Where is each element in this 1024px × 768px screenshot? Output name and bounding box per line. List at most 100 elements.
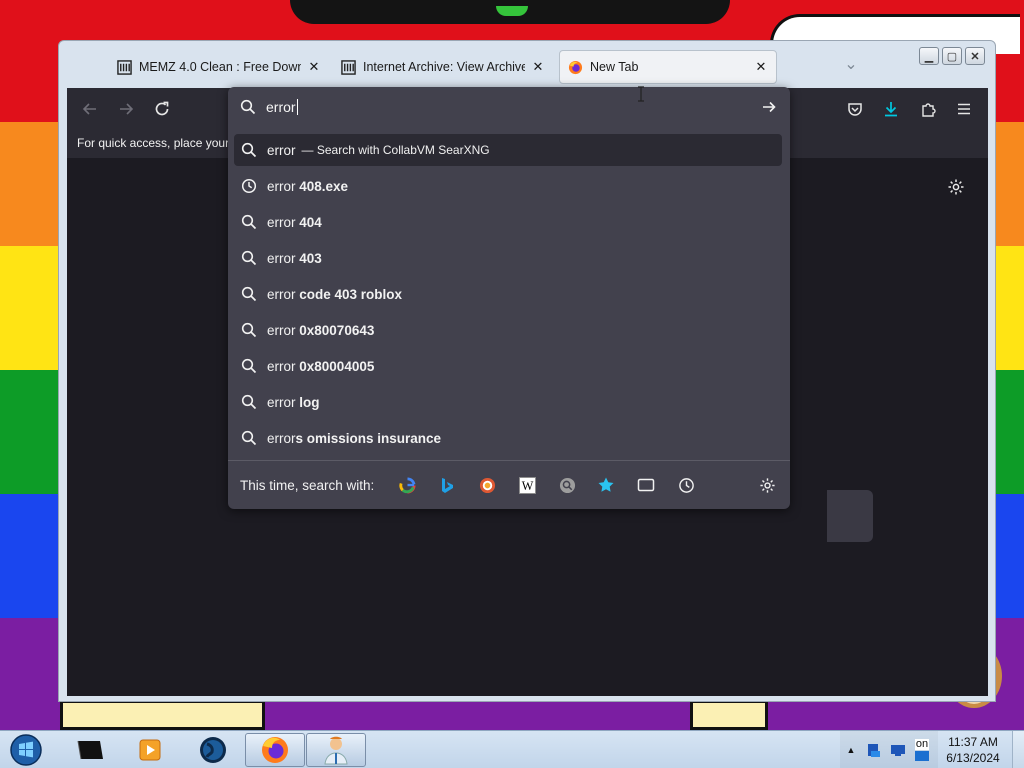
- extensions-button[interactable]: [917, 98, 939, 120]
- urlbar-suggestion[interactable]: error 408.exe: [234, 170, 782, 202]
- puzzle-icon: [922, 103, 936, 117]
- back-button[interactable]: [79, 98, 101, 120]
- download-icon: [885, 102, 897, 117]
- history-icon[interactable]: [677, 476, 695, 494]
- tab-title: New Tab: [590, 60, 639, 74]
- newtab-settings-button[interactable]: [947, 178, 967, 198]
- urlbar-suggestion[interactable]: error log: [234, 386, 782, 418]
- user-admin-icon: [324, 736, 348, 765]
- wallpaper-cream-shape: [60, 700, 265, 730]
- one-off-search-bar: This time, search with:: [228, 460, 790, 509]
- urlbar-suggestion[interactable]: error 404: [234, 206, 782, 238]
- tray-network-icon[interactable]: [865, 733, 883, 767]
- terminal-icon: [77, 740, 103, 760]
- tab-close-icon[interactable]: ✕: [307, 59, 321, 75]
- suggestion-typed-text: error: [267, 250, 296, 266]
- reload-icon: [155, 101, 169, 116]
- suggestion-completion-text: 408.exe: [295, 178, 349, 194]
- duckduckgo-icon[interactable]: [478, 476, 496, 494]
- urlbar-suggestion[interactable]: error 0x80004005: [234, 350, 782, 382]
- media-player-icon: [139, 739, 161, 761]
- tab-close-icon[interactable]: ✕: [754, 59, 768, 75]
- suggestion-completion-text: log: [295, 394, 320, 410]
- tray-expand-button[interactable]: ▲: [844, 733, 858, 767]
- urlbar-suggestion[interactable]: error s omissions insurance: [234, 422, 782, 454]
- google-icon[interactable]: [398, 476, 416, 494]
- tabs-icon[interactable]: [637, 476, 655, 494]
- search-icon: [241, 250, 257, 266]
- windows-orb-icon: [10, 734, 42, 766]
- suggestion-completion-text: 0x80004005: [295, 358, 375, 374]
- suggestion-typed-text: error: [267, 322, 296, 338]
- newtab-search-box-edge: [827, 490, 873, 542]
- start-button[interactable]: [4, 733, 48, 767]
- urlbar-input[interactable]: error: [228, 87, 790, 127]
- search-icon: [241, 142, 257, 158]
- search-icon: [241, 430, 257, 446]
- go-arrow-icon[interactable]: [761, 99, 777, 115]
- suggestion-completion-text: 0x80070643: [295, 322, 375, 338]
- tray-display-icon[interactable]: [889, 733, 907, 767]
- suggestion-action-hint: — Search with CollabVM SearXNG: [301, 143, 490, 157]
- gear-icon: [759, 477, 775, 493]
- urlbar-text: error: [266, 99, 296, 115]
- search-icon: [241, 358, 257, 374]
- suggestion-typed-text: error: [267, 214, 296, 230]
- search-settings-button[interactable]: [758, 476, 776, 494]
- firefox-icon: [262, 737, 288, 763]
- forward-button[interactable]: [115, 98, 137, 120]
- tab-close-icon[interactable]: ✕: [531, 59, 545, 75]
- svg-text:W: W: [521, 479, 533, 493]
- new-tab-button[interactable]: ⌄: [841, 55, 861, 75]
- bookmarks-icon[interactable]: [597, 476, 615, 494]
- search-icon: [240, 99, 256, 115]
- urlbar-suggestion[interactable]: error — Search with CollabVM SearXNG: [234, 134, 782, 166]
- urlbar-suggestion[interactable]: error code 403 roblox: [234, 278, 782, 310]
- search-icon: [241, 214, 257, 230]
- maximize-button[interactable]: ▢: [942, 47, 962, 65]
- downloads-button[interactable]: [880, 98, 902, 120]
- bookmarks-hint-text: For quick access, place your b: [77, 136, 240, 150]
- urlbar-suggestion[interactable]: error 0x80070643: [234, 314, 782, 346]
- suggestion-typed-text: error: [267, 142, 296, 158]
- gear-icon: [948, 179, 964, 195]
- tab-new-tab[interactable]: New Tab ✕: [559, 50, 777, 84]
- text-cursor-icon: [638, 86, 644, 102]
- taskbar-app-user[interactable]: [306, 733, 366, 767]
- app-menu-button[interactable]: [953, 98, 975, 120]
- bing-icon[interactable]: [438, 476, 456, 494]
- tab-internet-archive[interactable]: Internet Archive: View Archive ✕: [333, 50, 553, 84]
- text-caret: [296, 99, 298, 115]
- searxng-icon[interactable]: [558, 476, 576, 494]
- reload-button[interactable]: [151, 98, 173, 120]
- urlbar-suggestion[interactable]: error 403: [234, 242, 782, 274]
- show-desktop-button[interactable]: [1012, 731, 1024, 768]
- taskbar-clock[interactable]: 11:37 AM 6/13/2024: [940, 734, 1006, 766]
- taskbar-app-media-player[interactable]: [128, 733, 172, 767]
- suggestion-completion-text: 403: [295, 250, 322, 266]
- minimize-button[interactable]: ▁: [919, 47, 939, 65]
- suggestion-typed-text: error: [267, 394, 296, 410]
- wallpaper-cream-shape: [690, 700, 768, 730]
- taskbar-app-globe[interactable]: [190, 733, 236, 767]
- tray-app-icon[interactable]: on: [912, 733, 932, 767]
- search-icon: [241, 394, 257, 410]
- tab-strip: MEMZ 4.0 Clean : Free Downloa ✕ Internet…: [59, 41, 995, 88]
- close-window-button[interactable]: ✕: [965, 47, 985, 65]
- tab-memz[interactable]: MEMZ 4.0 Clean : Free Downloa ✕: [109, 50, 329, 84]
- taskbar-app-firefox[interactable]: [245, 733, 305, 767]
- suggestion-typed-text: error: [267, 358, 296, 374]
- tab-title: Internet Archive: View Archive: [363, 60, 525, 74]
- pocket-button[interactable]: [844, 98, 866, 120]
- suggestion-typed-text: error: [267, 178, 296, 194]
- history-icon: [241, 178, 257, 194]
- archive-icon: [341, 59, 356, 75]
- suggestion-completion-text: s omissions insurance: [295, 430, 442, 446]
- arrow-right-icon: [120, 103, 134, 115]
- clock-time: 11:37 AM: [948, 735, 998, 749]
- taskbar-app-terminal[interactable]: [68, 733, 112, 767]
- suggestion-completion-text: 404: [295, 214, 322, 230]
- wikipedia-icon[interactable]: W: [518, 476, 536, 494]
- arrow-left-icon: [82, 103, 96, 115]
- suggestion-typed-text: error: [267, 286, 296, 302]
